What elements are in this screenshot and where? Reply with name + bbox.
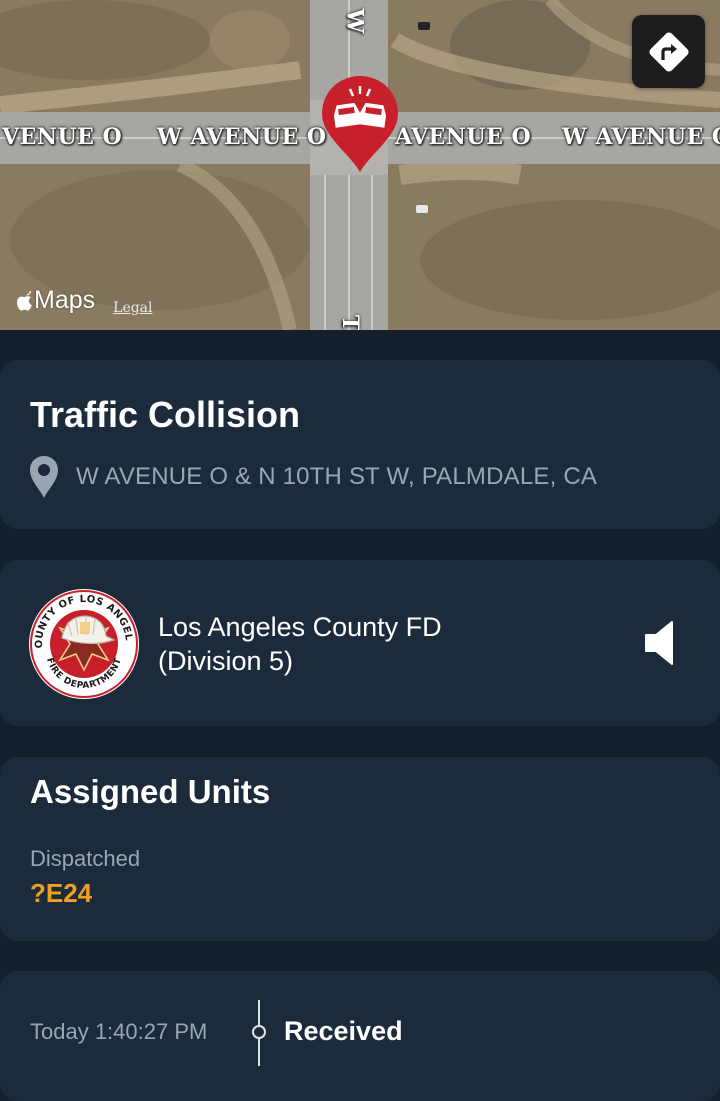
agency-name-line1: Los Angeles County FD — [158, 612, 442, 642]
assigned-units-title: Assigned Units — [30, 773, 271, 810]
car-collision-icon — [322, 76, 398, 172]
timeline-dot — [252, 1025, 266, 1039]
incident-address: W AVENUE O & N 10TH ST W, PALMDALE, CA — [76, 463, 598, 490]
maps-brand-text: Maps — [34, 286, 96, 314]
apple-logo-icon — [17, 290, 32, 311]
road-label-vertical: T — [337, 314, 364, 330]
location-pin-icon — [30, 456, 58, 498]
maps-attribution: Maps Legal — [16, 286, 153, 316]
agency-name-line2: (Division 5) — [158, 646, 294, 676]
timeline-event: Received — [284, 1016, 403, 1046]
road-label: W AVENUE O — [562, 124, 720, 150]
directions-button[interactable] — [632, 15, 705, 88]
directions-icon — [648, 31, 689, 72]
map-view[interactable]: VENUE O W AVENUE O AVENUE O W AVENUE O W… — [0, 0, 720, 330]
incident-map-pin[interactable] — [320, 74, 400, 174]
unit-id[interactable]: ?E24 — [30, 878, 92, 909]
incident-address-row[interactable]: W AVENUE O & N 10TH ST W, PALMDALE, CA — [28, 455, 597, 499]
road-label: AVENUE O — [395, 124, 532, 150]
timeline-time: Today 1:40:27 PM — [30, 1019, 208, 1044]
legal-link[interactable]: Legal — [113, 300, 152, 316]
maps-brand: Maps — [16, 286, 95, 315]
road-label-vertical: W — [341, 8, 368, 34]
road-label: VENUE O — [2, 124, 123, 150]
audio-button[interactable] — [644, 620, 680, 666]
fire-department-seal: COUNTY OF LOS ANGELES FIRE DEPARTMENT — [24, 580, 139, 699]
unit-status-label: Dispatched — [30, 846, 141, 871]
speaker-icon — [645, 621, 673, 665]
agency-logo: COUNTY OF LOS ANGELES FIRE DEPARTMENT — [24, 580, 140, 700]
incident-card — [0, 360, 720, 529]
road-label: W AVENUE O — [157, 124, 327, 150]
incident-title: Traffic Collision — [30, 394, 301, 435]
agency-name: Los Angeles County FD (Division 5) — [158, 610, 442, 678]
